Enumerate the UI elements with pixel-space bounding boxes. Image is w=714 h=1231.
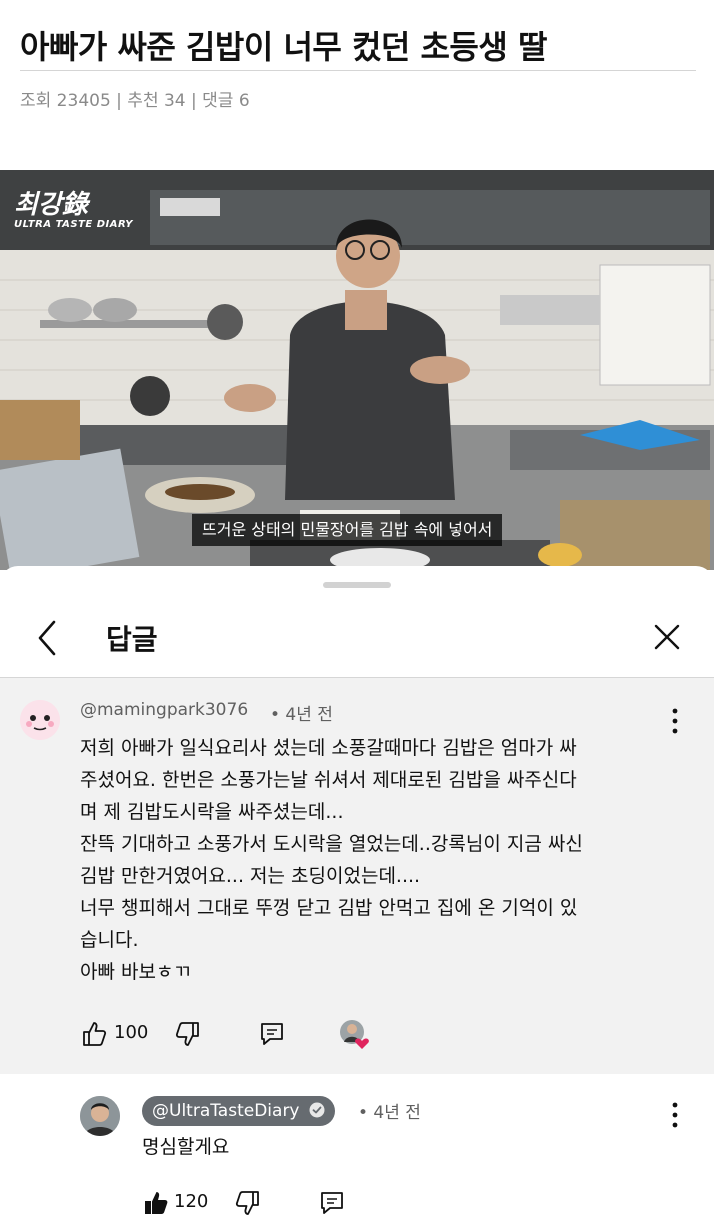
comment-line: 너무 챙피해서 그대로 뚜껑 닫고 김밥 안먹고 집에 온 기억이 있 <box>80 897 578 919</box>
avatar[interactable] <box>80 1096 120 1136</box>
thumbs-up-filled-icon <box>145 1192 168 1214</box>
more-vert-icon <box>672 1102 678 1128</box>
video-frame[interactable]: 최강錄 ULTRA TASTE DIARY 뜨거운 상태의 민물장어를 김밥 속… <box>0 170 714 570</box>
creator-heart-badge <box>338 1018 370 1050</box>
comment-line: 저희 아빠가 일식요리사 셨는데 소풍갈때마다 김밥은 엄마가 싸 <box>80 737 577 759</box>
creator-avatar-photo <box>80 1096 120 1136</box>
video-subtitle: 뜨거운 상태의 민물장어를 김밥 속에 넣어서 <box>192 514 503 546</box>
channel-logo: 최강錄 ULTRA TASTE DIARY <box>14 190 133 230</box>
back-button[interactable] <box>30 618 64 658</box>
thumbs-down-icon <box>175 1022 199 1046</box>
like-count: 100 <box>114 1022 149 1043</box>
like-button[interactable] <box>80 1020 108 1048</box>
comment-line: 주셨어요. 한번은 소풍가는날 쉬셔서 제대로된 김밥을 싸주신다 <box>80 769 577 791</box>
verified-check-icon <box>309 1102 325 1118</box>
reply-author: @UltraTasteDiary <box>152 1101 300 1121</box>
reply-comment-icon <box>261 1023 283 1045</box>
video-still-illustration <box>0 170 714 570</box>
creator-author-chip[interactable]: @UltraTasteDiary <box>142 1096 335 1126</box>
comment-line: 아빠 바보ㅎㄲ <box>80 961 191 983</box>
reply-button[interactable] <box>318 1189 346 1217</box>
comment-line: 김밥 만한거였어요... 저는 초딩이었는데.... <box>80 865 421 887</box>
thumbs-down-icon <box>235 1191 259 1215</box>
dislike-button[interactable] <box>234 1189 262 1217</box>
dislike-button[interactable] <box>174 1020 202 1048</box>
avatar[interactable] <box>20 700 60 740</box>
thumbs-up-icon <box>83 1022 107 1046</box>
like-button[interactable] <box>142 1189 170 1217</box>
post-title: 아빠가 싸준 김밥이 너무 컸던 초등생 딸 <box>20 28 547 66</box>
comment-line: 습니다. <box>80 929 139 951</box>
comment-line: 며 제 김밥도시락을 싸주셨는데... <box>80 801 344 823</box>
comment-text: 저희 아빠가 일식요리사 셨는데 소풍갈때마다 김밥은 엄마가 싸 주셨어요. … <box>80 732 680 988</box>
comment-line: 잔뜩 기대하고 소풍가서 도시락을 열었는데..강록님이 지금 싸신 <box>80 833 583 855</box>
creator-heart-icon <box>340 1020 369 1049</box>
title-divider <box>20 70 696 71</box>
close-icon <box>654 624 680 650</box>
parent-comment: @mamingpark3076 • 4년 전 저희 아빠가 일식요리사 셨는데 … <box>0 678 714 1074</box>
reply-button[interactable] <box>258 1020 286 1048</box>
comment-actions: 100 <box>80 1018 400 1052</box>
post-header: 아빠가 싸준 김밥이 너무 컸던 초등생 딸 조회 23405 | 추천 34 … <box>0 0 714 170</box>
comment-time: • 4년 전 <box>270 705 333 725</box>
reply-comment-icon <box>321 1192 343 1214</box>
drag-handle[interactable] <box>323 582 391 588</box>
cartoon-face-avatar <box>20 700 60 740</box>
post-meta: 조회 23405 | 추천 34 | 댓글 6 <box>20 91 250 111</box>
like-count: 120 <box>174 1191 209 1212</box>
close-button[interactable] <box>650 620 684 654</box>
chevron-left-icon <box>38 620 56 656</box>
more-options-button[interactable] <box>665 1100 685 1130</box>
creator-reply: @UltraTasteDiary • 4년 전 명심할게요 120 <box>0 1074 714 1231</box>
comment-author[interactable]: @mamingpark3076 <box>80 700 248 720</box>
reply-time: • 4년 전 <box>358 1103 421 1123</box>
reply-text: 명심할게요 <box>142 1136 230 1158</box>
reply-actions: 120 <box>142 1187 382 1221</box>
sheet-title: 답글 <box>106 623 158 656</box>
replies-sheet: 답글 @mamingpark3076 • 4년 전 저희 아빠가 일식요리사 셨… <box>0 566 714 1231</box>
